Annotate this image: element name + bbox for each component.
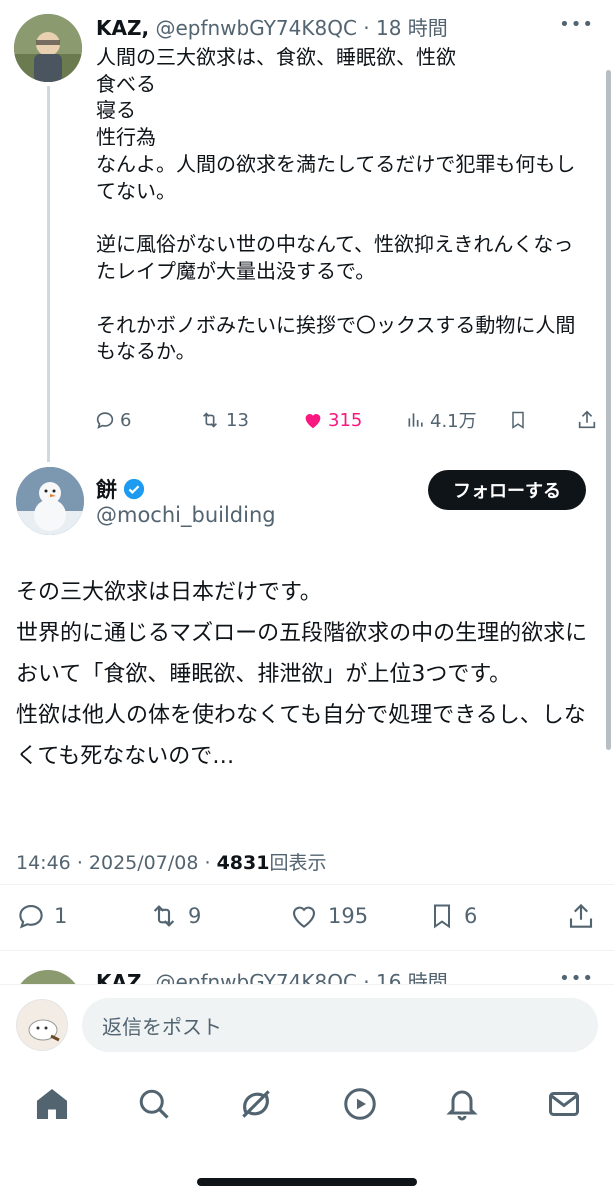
parent-bookmark-button[interactable]	[508, 404, 528, 436]
divider	[0, 950, 614, 951]
main-date: 2025/07/08	[88, 852, 199, 874]
parent-time[interactable]: 18 時間	[376, 16, 448, 40]
main-display-name-row: 餅	[96, 474, 145, 504]
search-icon	[139, 1089, 169, 1119]
home-indicator	[197, 1178, 417, 1186]
main-tweet-text: その三大欲求は日本だけです。 世界的に通じるマズローの五段階欲求の中の生理的欲求…	[16, 572, 596, 777]
parent-text-paragraph: 人間の三大欲求は、食欲、睡眠欲、性欲 食べる 寝る 性行為 なんよ。人間の欲求を…	[96, 45, 576, 203]
main-tweet-meta: 14:46 · 2025/07/08 · 4831回表示	[16, 848, 326, 875]
reply-input[interactable]: 返信をポスト	[82, 998, 598, 1052]
tab-video[interactable]	[340, 1084, 380, 1124]
parent-repost-button[interactable]: 13	[198, 404, 249, 436]
share-icon	[569, 903, 593, 928]
main-reply-button[interactable]: 1	[16, 896, 67, 936]
messages-icon	[549, 1092, 579, 1116]
reply-icon	[96, 412, 114, 429]
main-display-name[interactable]: 餅	[96, 474, 117, 504]
heart-filled-icon	[305, 414, 321, 429]
parent-views-button[interactable]: 4.1万	[406, 404, 477, 436]
video-icon	[344, 1088, 376, 1120]
heart-icon	[292, 906, 316, 928]
parent-text-paragraph: それかボノボみたいに挨拶で〇ックスする動物に人間もなるか。	[96, 312, 576, 364]
main-action-bar: 1 9 195 6	[16, 896, 600, 936]
meta-separator: ·	[76, 852, 83, 874]
tab-notifications[interactable]	[442, 1084, 482, 1124]
parent-like-button[interactable]: 315	[302, 404, 362, 436]
main-like-button[interactable]: 195	[288, 896, 368, 936]
verified-badge-icon	[123, 478, 145, 500]
views-icon	[408, 413, 423, 427]
parent-more-button[interactable]: •••	[559, 14, 594, 35]
main-views-count[interactable]: 4831	[217, 852, 270, 874]
parent-text-paragraph: 逆に風俗がない世の中なんて、性欲抑えきれんくなったレイプ魔が大量出没するで。	[96, 232, 574, 283]
parent-display-name[interactable]: KAZ,	[96, 16, 149, 40]
reply-icon	[19, 904, 43, 929]
parent-separator: ·	[363, 16, 370, 40]
main-text-paragraph: 性欲は他人の体を使わなくても自分で処理できるし、しなくても死なないので…	[16, 703, 586, 769]
main-handle[interactable]: @mochi_building	[96, 503, 276, 527]
main-repost-button[interactable]: 9	[148, 896, 201, 936]
main-bookmark-count: 6	[464, 904, 478, 928]
notifications-icon	[446, 1090, 478, 1121]
parent-handle[interactable]: @epfnwbGY74K8QC	[155, 16, 356, 40]
bookmark-icon	[434, 904, 450, 929]
parent-views-count: 4.1万	[430, 411, 477, 432]
parent-reply-count: 6	[120, 409, 132, 431]
parent-repost-count: 13	[226, 409, 249, 431]
main-text-paragraph: その三大欲求は日本だけです。	[16, 580, 322, 605]
main-views-label: 回表示	[269, 852, 327, 874]
repost-icon	[202, 412, 218, 428]
tab-home[interactable]	[32, 1084, 72, 1124]
main-bookmark-button[interactable]: 6	[428, 896, 477, 936]
parent-share-button[interactable]	[576, 404, 598, 436]
reply-bar: 返信をポスト	[0, 984, 614, 1066]
scrollbar[interactable]	[606, 70, 611, 750]
meta-separator: ·	[204, 852, 211, 874]
main-reply-count: 1	[54, 904, 68, 928]
parent-like-count: 315	[328, 409, 363, 431]
parent-tweet-avatar[interactable]	[14, 14, 82, 82]
tab-grok[interactable]	[236, 1084, 276, 1124]
main-share-button[interactable]	[566, 896, 596, 936]
current-user-avatar[interactable]	[16, 999, 68, 1051]
main-text-paragraph: 世界的に通じるマズローの五段階欲求の中の生理的欲求において「食欲、睡眠欲、排泄欲…	[16, 621, 588, 687]
home-icon	[36, 1088, 68, 1120]
main-tweet-avatar[interactable]	[16, 467, 84, 535]
repost-icon	[153, 905, 175, 927]
tab-search[interactable]	[134, 1084, 174, 1124]
thread-line	[47, 86, 50, 462]
main-repost-count: 9	[188, 904, 202, 928]
main-time: 14:46	[16, 852, 71, 874]
grok-icon	[242, 1090, 270, 1118]
parent-tweet-header: KAZ, @epfnwbGY74K8QC · 18 時間	[96, 12, 448, 41]
share-icon	[578, 410, 596, 429]
tab-messages[interactable]	[544, 1084, 584, 1124]
parent-action-bar: 6 13 315 4.1万	[94, 404, 604, 436]
parent-reply-button[interactable]: 6	[94, 404, 131, 436]
main-like-count: 195	[328, 904, 369, 928]
divider	[0, 884, 614, 885]
bookmark-icon	[512, 411, 524, 429]
parent-tweet-text: 人間の三大欲求は、食欲、睡眠欲、性欲 食べる 寝る 性行為 なんよ。人間の欲求を…	[96, 44, 576, 365]
follow-button[interactable]: フォローする	[428, 470, 586, 510]
